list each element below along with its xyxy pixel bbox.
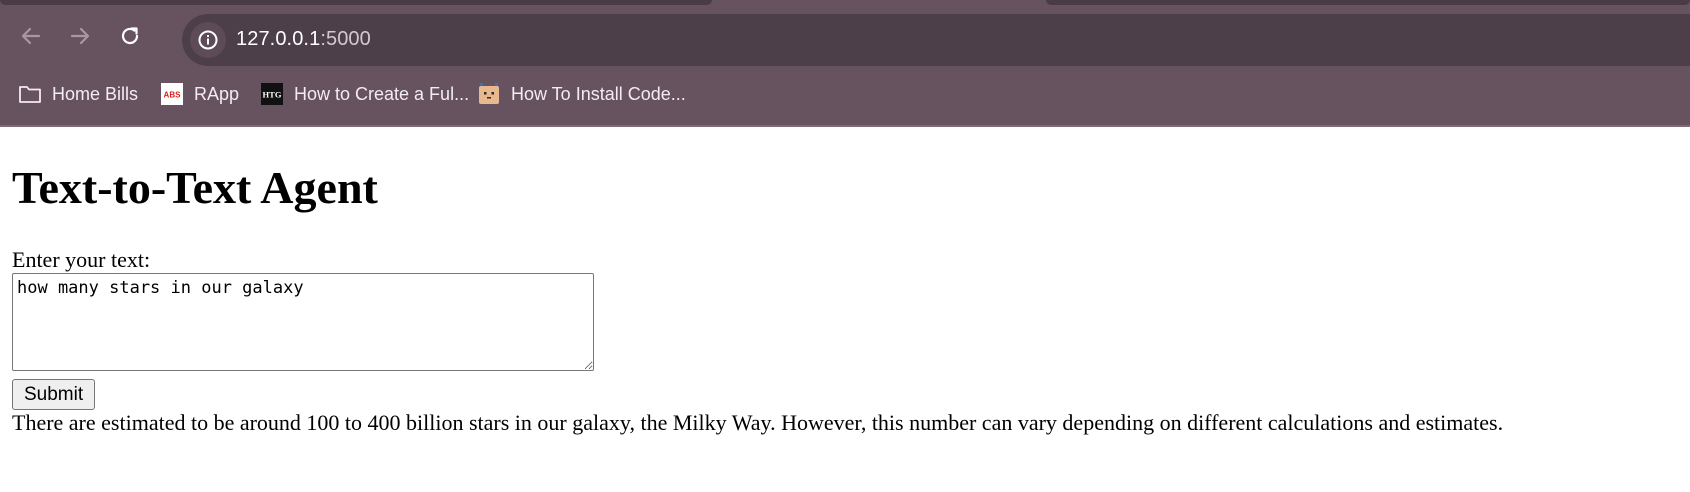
url-port: :5000 xyxy=(320,28,371,50)
info-icon xyxy=(198,30,218,50)
htg-logo-icon: HTG xyxy=(260,82,284,106)
toolbar: 127.0.0.1:5000 xyxy=(0,8,1690,66)
page-title: Text-to-Text Agent xyxy=(12,162,378,213)
tab-strip xyxy=(0,0,1690,6)
bookmark-label: How to Create a Ful... xyxy=(294,83,470,104)
tab-left[interactable] xyxy=(0,0,712,5)
address-bar[interactable]: 127.0.0.1:5000 xyxy=(182,14,1690,66)
bookmark-home-bills[interactable]: Home Bills xyxy=(18,76,138,112)
reload-icon xyxy=(121,27,139,45)
folder-icon xyxy=(18,82,42,106)
abs-logo-icon: ABS xyxy=(160,82,184,106)
arrow-right-icon xyxy=(70,27,90,45)
svg-text:ABS: ABS xyxy=(164,91,182,100)
text-input[interactable]: how many stars in our galaxy xyxy=(12,273,594,371)
url-text[interactable]: 127.0.0.1:5000 xyxy=(236,28,371,51)
back-button[interactable] xyxy=(15,20,47,52)
bookmarks-bar: Home Bills ABS RApp HTG How to Create a … xyxy=(0,76,1690,114)
input-label: Enter your text: xyxy=(12,247,151,272)
arrow-left-icon xyxy=(21,27,41,45)
face-favicon-icon xyxy=(477,82,501,106)
bookmark-rapp[interactable]: ABS RApp xyxy=(160,76,239,112)
tab-right[interactable] xyxy=(1046,0,1690,5)
bookmark-label: How To Install Code... xyxy=(511,83,686,104)
bookmark-label: RApp xyxy=(194,83,240,104)
reload-button[interactable] xyxy=(114,20,146,52)
bookmark-how-to-install[interactable]: How To Install Code... xyxy=(477,76,686,112)
url-host: 127.0.0.1 xyxy=(236,28,321,50)
submit-button[interactable]: Submit xyxy=(12,379,96,410)
browser-chrome: 127.0.0.1:5000 Home Bills ABS RApp HTG H… xyxy=(0,0,1690,127)
site-info-button[interactable] xyxy=(190,22,226,58)
bookmark-label: Home Bills xyxy=(52,83,139,104)
response-text: There are estimated to be around 100 to … xyxy=(12,410,1504,435)
svg-text:HTG: HTG xyxy=(263,90,282,100)
page-content: Text-to-Text Agent Enter your text: how … xyxy=(0,127,1690,492)
bookmark-how-to-create[interactable]: HTG How to Create a Ful... xyxy=(260,76,469,112)
forward-button[interactable] xyxy=(64,20,96,52)
